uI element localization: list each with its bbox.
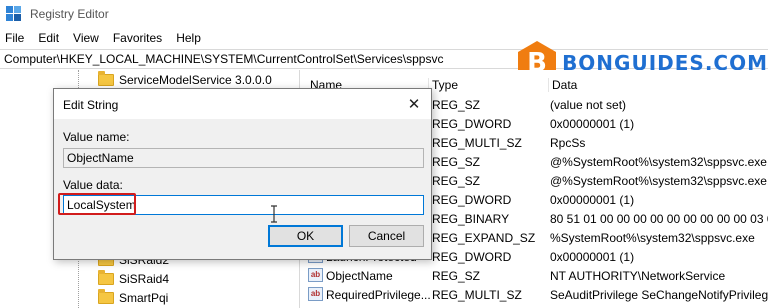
value-data: @%SystemRoot%\system32\sppsvc.exe,- [550, 174, 768, 188]
value-type: REG_MULTI_SZ [432, 136, 522, 150]
value-data: 0x00000001 (1) [550, 193, 635, 207]
tree-item[interactable]: ServiceModelService 3.0.0.0 [98, 70, 272, 89]
value-type: REG_DWORD [432, 117, 512, 131]
value-name: RequiredPrivilege... [326, 288, 431, 302]
value-type: REG_EXPAND_SZ [432, 231, 536, 245]
value-type: REG_SZ [432, 98, 481, 112]
value-type: REG_SZ [432, 174, 481, 188]
value-name-label: Value name: [63, 130, 130, 144]
ok-button[interactable]: OK [268, 225, 343, 247]
column-header-type[interactable]: Type [428, 78, 458, 92]
value-type: REG_MULTI_SZ [432, 288, 522, 302]
close-icon[interactable]: ✕ [405, 95, 423, 113]
tree-item-label: SiSRaid4 [119, 271, 170, 286]
text-cursor-icon [271, 205, 277, 223]
string-value-icon: ab [308, 268, 323, 282]
folder-icon [98, 70, 114, 86]
registry-editor-icon [6, 6, 22, 22]
string-value-icon: ab [308, 287, 323, 301]
value-data: 0x00000001 (1) [550, 117, 635, 131]
value-data: 80 51 01 00 00 00 00 00 00 00 00 00 03 0… [550, 212, 768, 226]
dialog-title-bar: Edit String ✕ [54, 89, 431, 119]
value-data-label: Value data: [63, 178, 123, 192]
list-row[interactable]: ab RequiredPrivilege... REG_MULTI_SZ SeA… [302, 285, 768, 304]
edit-string-dialog: Edit String ✕ Value name: ObjectName Val… [53, 88, 432, 260]
value-type: REG_BINARY [432, 212, 510, 226]
list-row[interactable]: ab ObjectName REG_SZ NT AUTHORITY\Networ… [302, 266, 768, 285]
value-data: SeAuditPrivilege SeChangeNotifyPrivilege [550, 288, 768, 302]
menu-help[interactable]: Help [169, 31, 208, 45]
value-data: (value not set) [550, 98, 627, 112]
value-data: @%SystemRoot%\system32\sppsvc.exe,- [550, 155, 768, 169]
tree-item[interactable]: SmartPqi [98, 288, 168, 307]
value-data: NT AUTHORITY\NetworkService [550, 269, 726, 283]
title-bar: Registry Editor [0, 0, 768, 28]
tree-item-label: ServiceModelService 3.0.0.0 [119, 72, 272, 87]
folder-icon [98, 269, 114, 285]
value-data-input[interactable]: LocalSystem [63, 195, 424, 215]
value-type: REG_DWORD [432, 250, 512, 264]
menu-file[interactable]: File [0, 31, 31, 45]
value-data: %SystemRoot%\system32\sppsvc.exe [550, 231, 755, 245]
menu-favorites[interactable]: Favorites [106, 31, 169, 45]
value-data: 0x00000001 (1) [550, 250, 635, 264]
menu-edit[interactable]: Edit [31, 31, 66, 45]
value-type: REG_SZ [432, 269, 481, 283]
window-title: Registry Editor [30, 7, 109, 21]
column-header-data[interactable]: Data [548, 78, 577, 92]
value-type: REG_SZ [432, 155, 481, 169]
menu-view[interactable]: View [66, 31, 106, 45]
tree-item-label: SmartPqi [119, 290, 169, 305]
value-data: RpcSs [550, 136, 586, 150]
value-name: ObjectName [326, 269, 393, 283]
cancel-button[interactable]: Cancel [349, 225, 424, 247]
value-name-field: ObjectName [63, 148, 424, 168]
value-type: REG_DWORD [432, 193, 512, 207]
dialog-title: Edit String [63, 98, 119, 112]
tree-item[interactable]: SiSRaid4 [98, 269, 169, 288]
folder-icon [98, 288, 114, 304]
